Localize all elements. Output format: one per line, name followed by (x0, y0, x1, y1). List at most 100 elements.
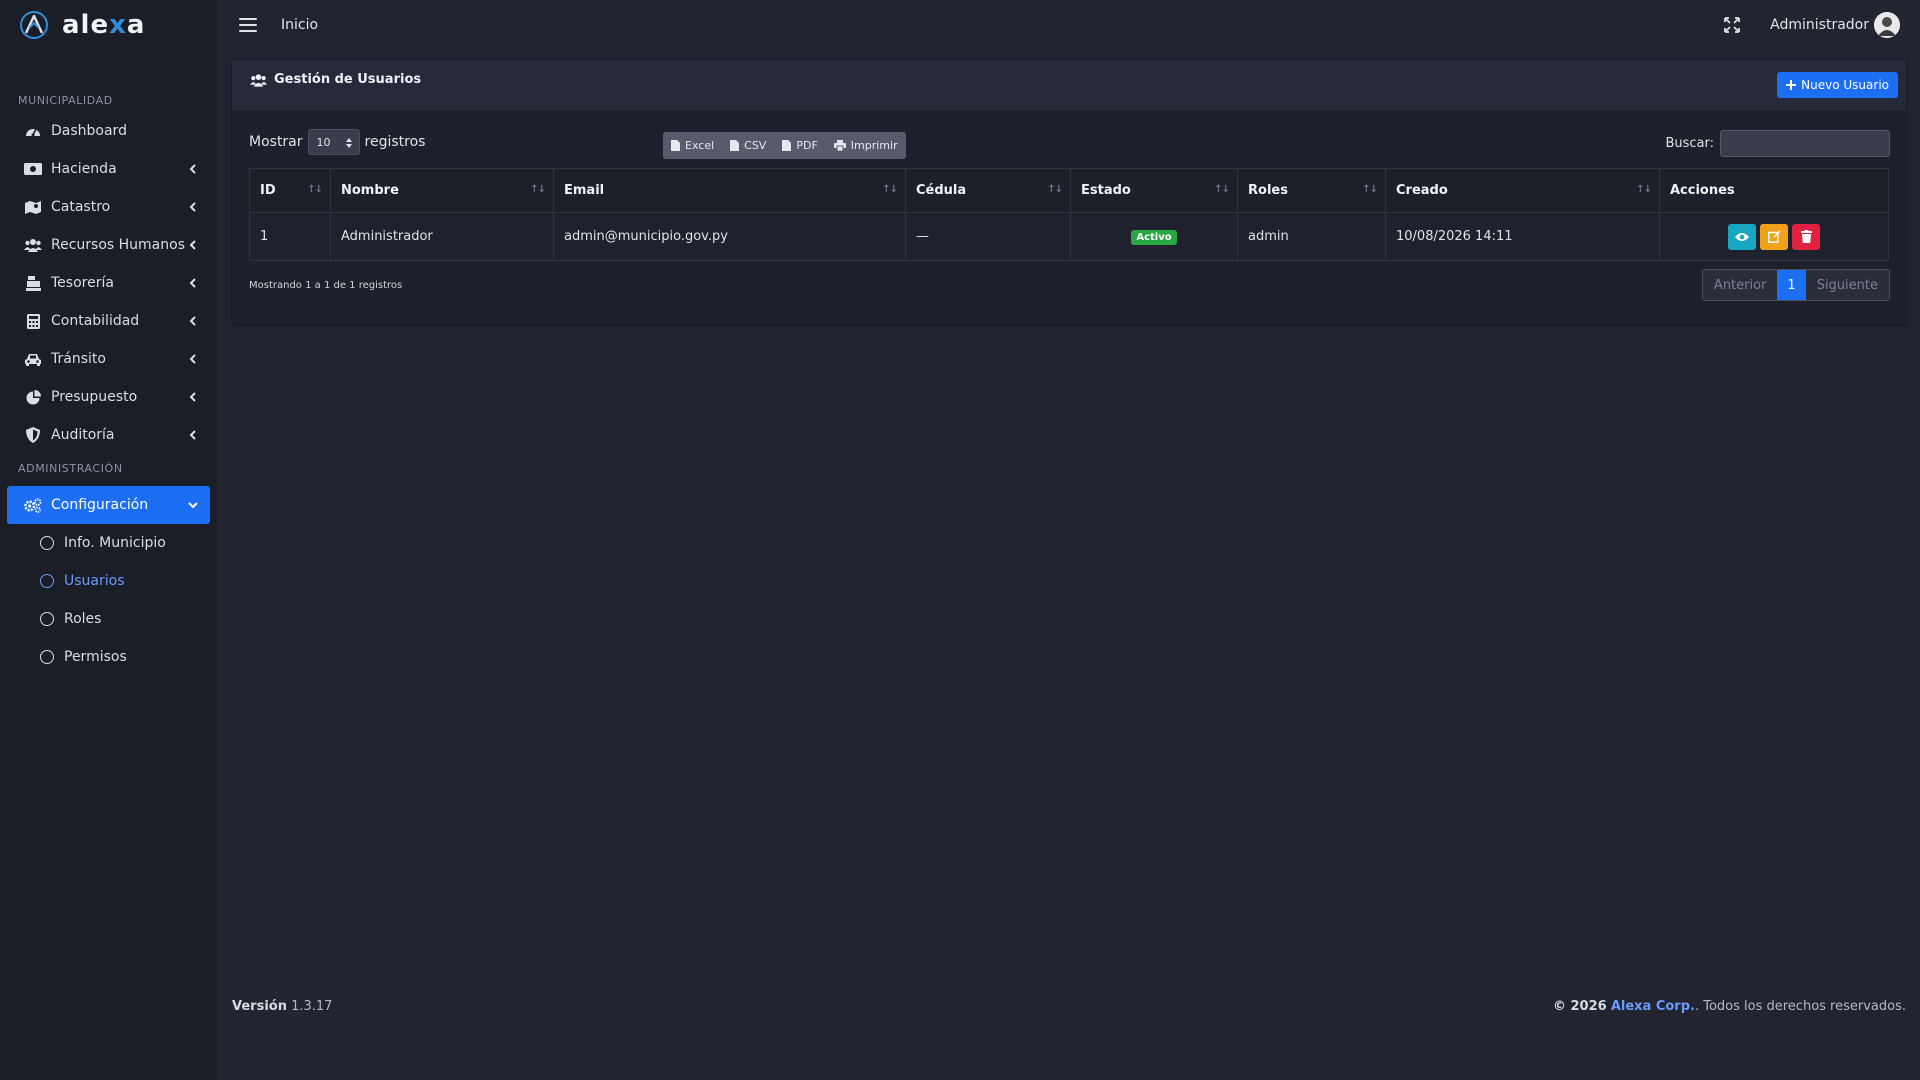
column-header-acciones: Acciones (1659, 168, 1889, 213)
delete-button[interactable] (1792, 223, 1820, 250)
export-excel-button[interactable]: Excel (663, 132, 722, 159)
sidebar-item-label: Catastro (51, 199, 111, 215)
sort-icon: ↑↓ (1636, 184, 1652, 195)
new-user-label: Nuevo Usuario (1801, 78, 1889, 92)
cell-roles: admin (1237, 212, 1386, 261)
calculator-icon (24, 312, 42, 330)
pagination-next[interactable]: Siguiente (1805, 270, 1889, 300)
sidebar-item-dashboard[interactable]: Dashboard (7, 112, 210, 150)
cell-nombre: Administrador (330, 212, 554, 261)
table-row: 1 Administrador admin@municipio.gov.py —… (249, 212, 1889, 261)
sidebar-item-auditoria[interactable]: Auditoría (7, 416, 210, 454)
fullscreen-icon[interactable] (1724, 17, 1741, 33)
sidebar-item-configuracion[interactable]: Configuración (7, 486, 210, 524)
search-input[interactable] (1720, 130, 1890, 157)
column-header-cedula[interactable]: Cédula ↑↓ (905, 168, 1071, 213)
column-header-nombre[interactable]: Nombre ↑↓ (330, 168, 554, 213)
sidebar-subitem-label: Permisos (64, 649, 127, 665)
cell-acciones (1659, 212, 1889, 261)
sidebar-item-contabilidad[interactable]: Contabilidad (7, 302, 210, 340)
sidebar-item-label: Dashboard (51, 123, 127, 139)
alexa-logo-icon (20, 11, 48, 39)
users-table: ID ↑↓ Nombre ↑↓ Email ↑↓ Cédula ↑↓ Estado ↑↓ … (249, 168, 1889, 261)
pagination-previous[interactable]: Anterior (1702, 270, 1778, 300)
print-button[interactable]: Imprimir (826, 132, 906, 159)
chevron-left-icon (189, 316, 196, 326)
topbar-right: Administrador (1724, 12, 1900, 38)
chevron-left-icon (189, 240, 196, 250)
file-icon (730, 140, 740, 151)
cell-creado: 10/08/2026 14:11 (1385, 212, 1660, 261)
brand-name: alexa (62, 10, 146, 40)
nav-header-administracion: ADMINISTRACIÓN (18, 462, 123, 475)
export-excel-label: Excel (685, 139, 715, 152)
sidebar-item-label: Auditoría (51, 427, 115, 443)
column-header-email[interactable]: Email ↑↓ (553, 168, 906, 213)
pagination: Anterior 1 Siguiente (1701, 269, 1890, 301)
page-length-value: 10 (316, 135, 331, 149)
column-header-roles[interactable]: Roles ↑↓ (1237, 168, 1386, 213)
nav-link-inicio[interactable]: Inicio (281, 17, 318, 33)
table-header-row: ID ↑↓ Nombre ↑↓ Email ↑↓ Cédula ↑↓ Estado ↑↓ … (249, 168, 1889, 213)
chevron-left-icon (189, 392, 196, 402)
sidebar-item-label: Tesorería (51, 275, 114, 291)
sidebar-item-recursos-humanos[interactable]: Recursos Humanos (7, 226, 210, 264)
export-pdf-label: PDF (796, 139, 818, 152)
circle-icon (40, 612, 54, 626)
sidebar-subitem-roles[interactable]: Roles (0, 600, 217, 638)
sidebar-item-hacienda[interactable]: Hacienda (7, 150, 210, 188)
chevron-left-icon (189, 164, 196, 174)
card-header: Gestión de Usuarios Nuevo Usuario (232, 60, 1906, 110)
cash-register-icon (24, 274, 42, 292)
file-icon (782, 140, 792, 151)
users-card: Gestión de Usuarios Nuevo Usuario Mostra… (232, 60, 1906, 324)
export-csv-button[interactable]: CSV (722, 132, 774, 159)
version-info: Versión 1.3.17 (232, 999, 333, 1014)
sidebar-item-label: Presupuesto (51, 389, 138, 405)
sidebar-subitem-permisos[interactable]: Permisos (0, 638, 217, 676)
shield-icon (24, 426, 42, 444)
sidebar-item-presupuesto[interactable]: Presupuesto (7, 378, 210, 416)
view-button[interactable] (1728, 223, 1756, 250)
sort-icon: ↑↓ (307, 184, 323, 195)
copyright: © 2026 Alexa Corp.. Todos los derechos r… (1552, 999, 1906, 1014)
cell-id: 1 (249, 212, 331, 261)
corp-link[interactable]: Alexa Corp. (1611, 999, 1695, 1014)
table-controls: Mostrar 10 registros Excel CSV PDF Impri… (232, 110, 1906, 168)
sidebar-item-label: Contabilidad (51, 313, 140, 329)
sidebar-item-label: Tránsito (51, 351, 106, 367)
chevron-left-icon (189, 354, 196, 364)
brand[interactable]: alexa (0, 0, 217, 50)
column-header-estado[interactable]: Estado ↑↓ (1070, 168, 1238, 213)
money-bill-icon (24, 160, 42, 178)
menu-toggle-icon[interactable] (239, 18, 257, 32)
footer: Versión 1.3.17 © 2026 Alexa Corp.. Todos… (232, 999, 1906, 1014)
column-header-creado[interactable]: Creado ↑↓ (1385, 168, 1660, 213)
new-user-button[interactable]: Nuevo Usuario (1777, 72, 1898, 98)
avatar[interactable] (1874, 12, 1900, 38)
print-label: Imprimir (850, 139, 898, 152)
cell-email: admin@municipio.gov.py (553, 212, 906, 261)
records-label: registros (364, 134, 426, 150)
user-name[interactable]: Administrador (1770, 17, 1869, 33)
print-icon (833, 140, 846, 151)
column-header-id[interactable]: ID ↑↓ (249, 168, 331, 213)
sidebar-item-transito[interactable]: Tránsito (7, 340, 210, 378)
sidebar-item-catastro[interactable]: Catastro (7, 188, 210, 226)
page-length-select[interactable]: 10 (307, 129, 360, 155)
search-label: Buscar: (1665, 136, 1714, 151)
export-buttons: Excel CSV PDF Imprimir (663, 132, 906, 159)
table-info: Mostrando 1 a 1 de 1 registros (249, 280, 403, 291)
sidebar-item-tesoreria[interactable]: Tesorería (7, 264, 210, 302)
export-pdf-button[interactable]: PDF (774, 132, 825, 159)
sidebar-subitem-info-municipio[interactable]: Info. Municipio (0, 524, 217, 562)
card-title-text: Gestión de Usuarios (274, 72, 422, 87)
chevron-left-icon (189, 202, 196, 212)
pagination-page-1[interactable]: 1 (1777, 270, 1806, 300)
chevron-down-icon (188, 502, 198, 509)
sidebar-subitem-usuarios[interactable]: Usuarios (0, 562, 217, 600)
trash-icon (1800, 230, 1812, 243)
sort-arrows-icon (345, 138, 352, 148)
map-icon (24, 198, 42, 216)
edit-button[interactable] (1760, 223, 1788, 250)
